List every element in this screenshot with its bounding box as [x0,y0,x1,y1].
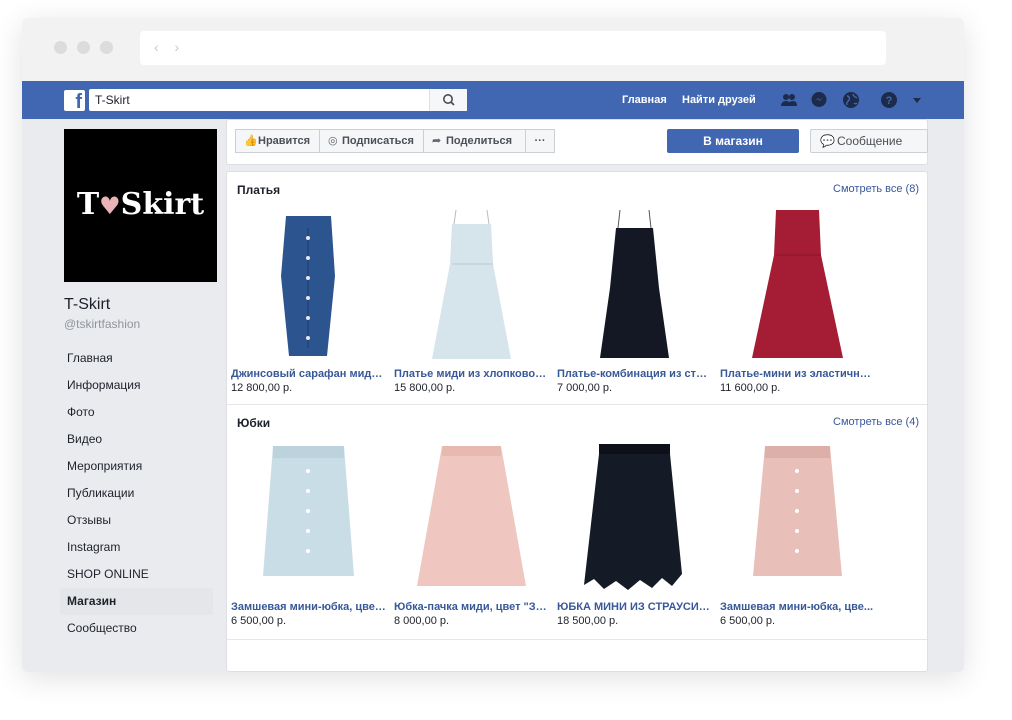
product-card[interactable]: Юбка-пачка миди, цвет "Зе... 8 000,00 р. [394,441,549,627]
product-title[interactable]: Платье-комбинация из стру... [557,368,712,380]
product-price: 11 600,00 р. [720,382,781,394]
browser-chrome: ‹ › [22,18,964,81]
friend-requests-icon[interactable] [780,91,798,109]
product-card[interactable]: ЮБКА МИНИ ИЗ СТРАУСИН... 18 500,00 р. [557,441,712,627]
rss-icon: ◎ [328,135,338,147]
product-image[interactable] [720,441,875,596]
page-action-bar: 👍 Нравится ◎ Подписаться ➦ Поделиться ··· В… [226,119,928,165]
product-image[interactable] [394,441,549,596]
product-image[interactable] [394,208,549,363]
page-handle[interactable]: @tskirtfashion [64,317,224,331]
see-all-link[interactable]: Смотреть все (8) [833,183,919,195]
sidebar-item[interactable]: Публикации [64,480,217,507]
more-button[interactable]: ··· [525,129,555,153]
see-all-link[interactable]: Смотреть все (4) [833,416,919,428]
search-value: T-Skirt [95,93,130,107]
window-close-dot[interactable] [54,41,67,54]
search-button[interactable] [429,89,467,111]
product-title[interactable]: Юбка-пачка миди, цвет "Зе... [394,601,549,613]
message-button[interactable]: 💬 Сообщение [810,129,928,153]
thumbs-up-icon: 👍 [244,135,258,147]
section-title: Платья [237,183,281,197]
product-price: 15 800,00 р. [394,382,456,394]
product-image[interactable] [231,208,386,363]
nav-find-friends-link[interactable]: Найти друзей [682,94,756,106]
account-menu-chevron-down-icon[interactable] [908,91,926,109]
sidebar-item[interactable]: Instagram [64,534,217,561]
page-left-column: T♥Skirt T-Skirt @tskirtfashion Главная Ин… [60,129,224,642]
product-card[interactable]: Платье миди из хлопкового... 15 800,00 р. [394,208,549,394]
tskirt-logo: T♥Skirt [76,187,205,222]
window-maximize-dot[interactable] [100,41,113,54]
follow-button[interactable]: ◎ Подписаться [319,129,424,153]
product-title[interactable]: Замшевая мини-юбка, цве... [720,601,875,613]
sidebar-item[interactable]: Мероприятия [64,453,217,480]
shop-content: Платья Смотреть все (8) Джинсовый сарафа… [226,171,928,672]
page-title[interactable]: T-Skirt [64,296,224,314]
sidebar-item[interactable]: Информация [64,372,217,399]
notifications-globe-icon[interactable] [842,91,860,109]
sidebar-item[interactable]: Фото [64,399,217,426]
product-price: 6 500,00 р. [231,615,287,627]
product-title[interactable]: Платье миди из хлопкового... [394,368,549,380]
product-card[interactable]: Замшевая мини-юбка, цвет... 6 500,00 р. [231,441,386,627]
product-title[interactable]: Платье-мини из эластично... [720,368,875,380]
product-card[interactable]: Замшевая мини-юбка, цве... 6 500,00 р. [720,441,875,627]
sidebar-item[interactable]: Сообщество [64,615,217,642]
svg-text:?: ? [886,95,893,107]
product-price: 8 000,00 р. [394,615,450,627]
section-title: Юбки [237,416,271,430]
sidebar-item[interactable]: Видео [64,426,217,453]
product-title[interactable]: Замшевая мини-юбка, цвет... [231,601,386,613]
product-card[interactable]: Платье-мини из эластично... 11 600,00 р. [720,208,875,394]
sidebar-item[interactable]: Отзывы [64,507,217,534]
search-icon [443,94,455,106]
like-button[interactable]: 👍 Нравится [235,129,320,153]
facebook-top-bar: f T-Skirt Главная Найти друзей ? [22,81,964,119]
product-title[interactable]: ЮБКА МИНИ ИЗ СТРАУСИН... [557,601,712,613]
sidebar-item[interactable]: SHOP ONLINE [64,561,217,588]
shop-button[interactable]: В магазин [667,129,799,153]
product-image[interactable] [557,208,712,363]
messenger-icon[interactable] [810,91,828,109]
nav-home-link[interactable]: Главная [622,94,667,106]
heart-icon: ♥ [99,191,121,220]
window-minimize-dot[interactable] [77,41,90,54]
section-divider [227,639,927,640]
product-card[interactable]: Джинсовый сарафан миди, ... 12 800,00 р. [231,208,386,394]
product-image[interactable] [720,208,875,363]
product-title[interactable]: Джинсовый сарафан миди, ... [231,368,386,380]
page-profile-picture[interactable]: T♥Skirt [64,129,217,282]
facebook-logo-icon[interactable]: f [64,90,85,113]
product-price: 7 000,00 р. [557,382,613,394]
message-bubble-icon: 💬 [820,134,835,148]
product-price: 6 500,00 р. [720,615,776,627]
product-price: 12 800,00 р. [231,382,293,394]
more-dots-icon: ··· [534,135,546,147]
product-card[interactable]: Платье-комбинация из стру... 7 000,00 р. [557,208,712,394]
share-button[interactable]: ➦ Поделиться [423,129,526,153]
nav-arrows-icon[interactable]: ‹ › [154,39,185,55]
search-input[interactable]: T-Skirt [89,89,467,111]
page-navigation: Главная Информация Фото Видео Мероприятия Пуб… [60,345,224,642]
browser-window: ‹ › f T-Skirt Главная Найти друзей ? T♥S… [22,18,964,672]
sidebar-item[interactable]: Главная [64,345,217,372]
product-image[interactable] [557,441,712,596]
sidebar-item[interactable]: Магазин [60,588,213,615]
product-image[interactable] [231,441,386,596]
help-icon[interactable]: ? [880,91,898,109]
section-divider [227,404,927,405]
product-price: 18 500,00 р. [557,615,619,627]
address-bar[interactable]: ‹ › [140,31,886,65]
share-arrow-icon: ➦ [432,135,442,147]
